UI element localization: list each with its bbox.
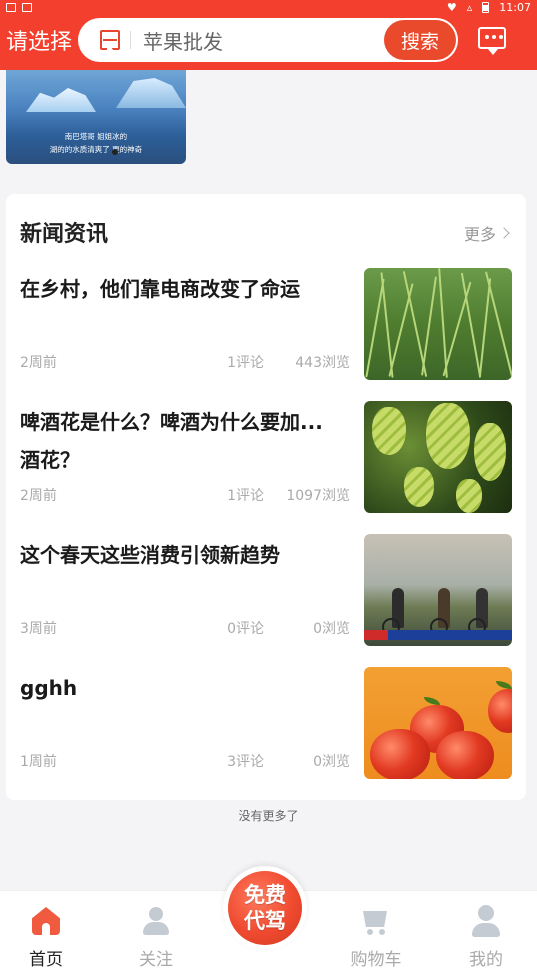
news-item-views: 1097浏览: [286, 488, 350, 504]
tab-me[interactable]: 我的: [446, 905, 526, 970]
battery-icon: [482, 1, 490, 13]
signal-icon: ▵: [466, 0, 473, 14]
news-item-thumbnail: [364, 401, 512, 513]
chevron-right-icon: [498, 227, 510, 239]
news-item-views: 0浏览: [313, 754, 350, 770]
news-item-thumbnail: [364, 534, 512, 646]
news-item-time: 2周前: [20, 355, 57, 371]
cart-icon: [359, 905, 393, 937]
wifi-icon: ♥: [446, 0, 457, 14]
notification-icon: [22, 2, 32, 12]
news-item-time: 1周前: [20, 754, 57, 770]
news-item[interactable]: gghh 1周前 3评论 0浏览: [6, 667, 526, 779]
news-item-views: 443浏览: [295, 355, 350, 371]
follow-icon: [139, 905, 173, 937]
tab-follow-label: 关注: [139, 950, 173, 970]
end-of-list-text: 没有更多了: [238, 809, 299, 823]
center-button-line2: 代驾: [244, 909, 286, 933]
news-item[interactable]: 啤酒花是什么？啤酒为什么要加... 酒花？ 2周前 1评论 1097浏览: [6, 401, 526, 513]
section-title: 新闻资讯: [20, 222, 109, 247]
region-selector[interactable]: 请选择: [6, 24, 74, 56]
news-item-title: 在乡村，他们靠电商改变了命运: [20, 277, 300, 301]
news-item[interactable]: 在乡村，他们靠电商改变了命运 2周前 1评论 443浏览: [6, 268, 526, 380]
mail-icon: [6, 2, 16, 12]
banner-caption: 南巴塔哥 姐姐冰的 湖的的水质清爽了 更的神奇: [49, 132, 143, 154]
tab-cart[interactable]: 购物车: [336, 905, 416, 970]
clock: 11:07: [499, 0, 531, 14]
more-label: 更多: [463, 225, 496, 244]
scan-icon[interactable]: [100, 30, 120, 50]
news-section: 新闻资讯 更多 在乡村，他们靠电商改变了命运 2周前 1评论 443浏览 啤酒花…: [6, 194, 526, 800]
free-driver-button[interactable]: 免费 代驾: [223, 866, 307, 950]
tab-follow[interactable]: 关注: [116, 905, 196, 970]
search-bar[interactable]: 苹果批发 搜索: [78, 18, 458, 62]
center-button-line1: 免费: [244, 883, 286, 907]
news-item-title: 啤酒花是什么？啤酒为什么要加... 酒花？: [20, 410, 323, 472]
news-item-comments: 0评论: [227, 621, 264, 637]
news-item-time: 3周前: [20, 621, 57, 637]
news-item-title: gghh: [20, 676, 78, 700]
banner-indicator: [112, 149, 118, 155]
banner-image[interactable]: 南巴塔哥 姐姐冰的 湖的的水质清爽了 更的神奇: [6, 70, 186, 164]
news-item-views: 0浏览: [313, 621, 350, 637]
news-item-time: 2周前: [20, 488, 57, 504]
search-button[interactable]: 搜索: [384, 20, 456, 60]
tab-home-label: 首页: [29, 950, 63, 970]
news-item-thumbnail: [364, 268, 512, 380]
home-icon: [29, 905, 63, 937]
news-item-comments: 1评论: [227, 355, 264, 371]
message-icon[interactable]: [478, 27, 506, 55]
news-item-comments: 3评论: [227, 754, 264, 770]
more-link[interactable]: 更多: [463, 221, 510, 245]
news-item[interactable]: 这个春天这些消费引领新趋势 3周前 0评论 0浏览: [6, 534, 526, 646]
news-item-title: 这个春天这些消费引领新趋势: [20, 543, 280, 567]
news-item-comments: 1评论: [227, 488, 264, 504]
tab-home[interactable]: 首页: [6, 905, 86, 970]
profile-icon: [469, 905, 503, 937]
status-bar: ♥ ▵ 11:07: [0, 0, 537, 14]
news-item-thumbnail: [364, 667, 512, 779]
tab-me-label: 我的: [469, 950, 503, 970]
tab-cart-label: 购物车: [350, 950, 402, 970]
search-divider: [130, 31, 131, 49]
search-header: 请选择 苹果批发 搜索: [0, 16, 537, 64]
